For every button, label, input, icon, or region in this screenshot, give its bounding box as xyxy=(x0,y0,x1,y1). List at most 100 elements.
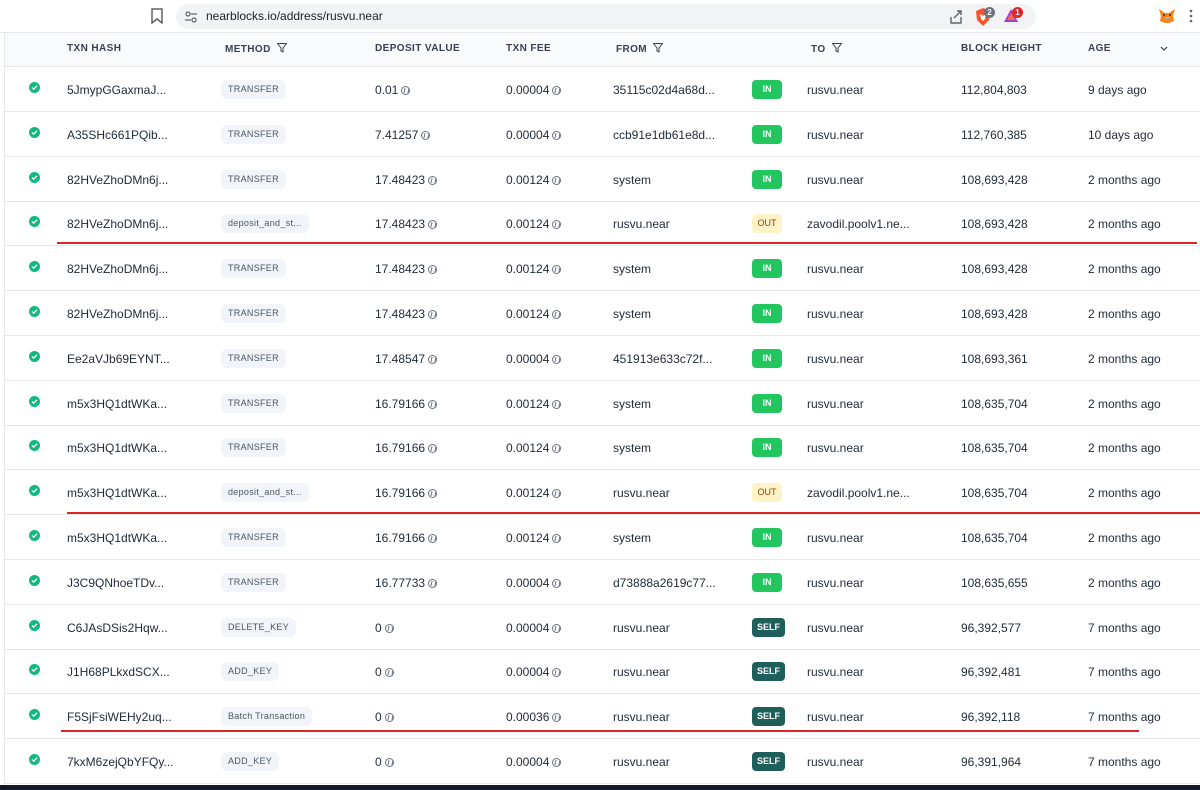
from-address-link[interactable]: system xyxy=(613,307,651,321)
to-address-link[interactable]: rusvu.near xyxy=(807,531,864,545)
txn-hash-link[interactable]: 82HVeZhoDMn6j... xyxy=(67,173,168,187)
block-height-link[interactable]: 108,635,704 xyxy=(961,397,1028,411)
from-address-link[interactable]: rusvu.near xyxy=(613,217,670,231)
to-address-link[interactable]: rusvu.near xyxy=(807,441,864,455)
txn-hash-link[interactable]: m5x3HQ1dtWKa... xyxy=(67,486,167,500)
txn-hash-link[interactable]: F5SjFsiWEHy2uq... xyxy=(67,710,172,724)
header-to: TO xyxy=(811,43,842,55)
deposit-amount: 16.79166 xyxy=(375,441,426,456)
share-icon[interactable] xyxy=(948,9,964,25)
bookmark-icon[interactable] xyxy=(150,8,164,24)
block-height-link[interactable]: 108,693,428 xyxy=(961,173,1028,187)
from-address-link[interactable]: system xyxy=(613,531,651,545)
block-height-link[interactable]: 112,760,385 xyxy=(961,128,1027,142)
to-address-link[interactable]: rusvu.near xyxy=(807,262,864,276)
table-header: TXN HASH METHOD DEPOSIT VALUE TXN FEE FR… xyxy=(5,33,1200,67)
txn-hash-link[interactable]: 82HVeZhoDMn6j... xyxy=(67,217,168,231)
metamask-extension-icon[interactable] xyxy=(1158,8,1176,24)
deposit-amount: 0 xyxy=(375,710,382,725)
txn-hash-link[interactable]: Ee2aVJb69EYNT... xyxy=(67,352,170,366)
block-height-link[interactable]: 108,693,428 xyxy=(961,262,1028,276)
block-height-link[interactable]: 108,635,704 xyxy=(961,531,1028,545)
from-address-link[interactable]: ccb91e1db61e8d... xyxy=(613,128,715,142)
to-address-link[interactable]: rusvu.near xyxy=(807,621,864,635)
from-address-link[interactable]: system xyxy=(613,441,651,455)
deposit-amount: 16.79166 xyxy=(375,531,426,545)
block-height-link[interactable]: 112,804,803 xyxy=(961,83,1027,97)
from-address-link[interactable]: rusvu.near xyxy=(613,486,670,500)
to-address-link[interactable]: rusvu.near xyxy=(807,173,864,187)
block-height-link[interactable]: 96,391,964 xyxy=(961,755,1021,769)
block-height-link[interactable]: 96,392,577 xyxy=(961,621,1021,635)
age-text: 2 months ago xyxy=(1088,307,1161,321)
table-row: m5x3HQ1dtWKa... deposit_and_st... 16.79166… xyxy=(5,470,1200,516)
to-address-link[interactable]: rusvu.near xyxy=(807,576,864,590)
txn-hash-link[interactable]: 82HVeZhoDMn6j... xyxy=(67,262,168,276)
age-text: 2 months ago xyxy=(1088,172,1161,187)
from-address-link[interactable]: rusvu.near xyxy=(613,665,670,679)
from-address-link[interactable]: system xyxy=(613,173,651,187)
txn-hash-link[interactable]: m5x3HQ1dtWKa... xyxy=(67,441,167,455)
txn-hash-link[interactable]: J3C9QNhoeTDv... xyxy=(67,576,164,590)
deposit-amount: 17.48423 xyxy=(375,262,426,277)
block-height-link[interactable]: 108,693,428 xyxy=(961,307,1028,321)
to-address-link[interactable]: zavodil.poolv1.ne... xyxy=(807,486,910,500)
txn-hash-link[interactable]: A35SHc661PQib... xyxy=(67,128,168,142)
block-height-link[interactable]: 108,635,655 xyxy=(961,576,1028,590)
from-address-link[interactable]: rusvu.near xyxy=(613,710,670,724)
txn-fee: 0.00004 xyxy=(506,352,562,366)
fee-amount: 0.00004 xyxy=(506,575,550,590)
block-height-link[interactable]: 108,693,361 xyxy=(961,352,1028,366)
from-address-link[interactable]: rusvu.near xyxy=(613,755,670,769)
address-bar[interactable]: nearblocks.io/address/rusvu.near 2 1 xyxy=(176,4,1036,29)
filter-icon[interactable] xyxy=(276,43,287,53)
txn-hash-link[interactable]: 82HVeZhoDMn6j... xyxy=(67,307,168,321)
near-token-icon xyxy=(552,758,562,767)
to-address-link[interactable]: rusvu.near xyxy=(807,83,864,97)
block-height-link[interactable]: 108,635,704 xyxy=(961,486,1028,500)
brave-rewards-icon[interactable]: 1 xyxy=(1002,7,1023,25)
brave-shields-icon[interactable]: 2 xyxy=(974,7,995,27)
to-address-link[interactable]: rusvu.near xyxy=(807,710,864,724)
age-text: 7 months ago xyxy=(1088,620,1161,635)
header-age[interactable]: AGE xyxy=(1088,43,1111,54)
txn-hash-link[interactable]: J1H68PLkxdSCX... xyxy=(67,665,170,679)
txn-hash-link[interactable]: 7kxM6zejQbYFQy... xyxy=(67,755,173,769)
to-address-link[interactable]: rusvu.near xyxy=(807,397,864,411)
near-token-icon xyxy=(552,534,562,543)
block-height-link[interactable]: 108,635,704 xyxy=(961,441,1028,455)
from-address-link[interactable]: system xyxy=(613,397,651,411)
from-address-link[interactable]: 35115c02d4a68d... xyxy=(613,83,715,97)
header-deposit-value: DEPOSIT VALUE xyxy=(375,43,461,54)
block-height-link[interactable]: 108,693,428 xyxy=(961,217,1028,231)
block-height-link[interactable]: 96,392,481 xyxy=(961,665,1021,679)
deposit-value: 0.01 xyxy=(375,83,411,97)
to-address-link[interactable]: rusvu.near xyxy=(807,352,864,366)
from-address-link[interactable]: d73888a2619c77... xyxy=(613,576,716,590)
txn-hash-link[interactable]: m5x3HQ1dtWKa... xyxy=(67,531,167,545)
to-address-link[interactable]: rusvu.near xyxy=(807,307,864,321)
direction-badge: SELF xyxy=(752,617,786,637)
to-address-link[interactable]: rusvu.near xyxy=(807,755,864,769)
txn-hash-link[interactable]: m5x3HQ1dtWKa... xyxy=(67,397,167,411)
txn-hash-link[interactable]: 5JmypGGaxmaJ... xyxy=(67,83,166,97)
from-address-link[interactable]: system xyxy=(613,262,651,276)
deposit-value: 7.41257 xyxy=(375,128,431,142)
from-address-link[interactable]: rusvu.near xyxy=(613,621,670,635)
url-text[interactable]: nearblocks.io/address/rusvu.near xyxy=(206,9,383,23)
filter-icon[interactable] xyxy=(653,43,664,53)
deposit-value: 16.77733 xyxy=(375,576,438,590)
block-height-link[interactable]: 96,392,118 xyxy=(961,710,1020,724)
chevron-down-icon[interactable] xyxy=(1160,45,1168,53)
txn-fee: 0.00004 xyxy=(506,575,562,590)
table-row: 5JmypGGaxmaJ... TRANSFER 0.01 0.00004 35115c… xyxy=(5,67,1200,112)
more-extensions-icon[interactable] xyxy=(1186,6,1196,26)
method-badge: deposit_and_st... xyxy=(221,214,309,234)
filter-icon[interactable] xyxy=(831,43,842,53)
to-address-link[interactable]: zavodil.poolv1.ne... xyxy=(807,217,910,231)
txn-hash-link[interactable]: C6JAsDSis2Hqw... xyxy=(67,621,168,635)
site-settings-icon[interactable] xyxy=(184,10,198,24)
to-address-link[interactable]: rusvu.near xyxy=(807,128,864,142)
to-address-link[interactable]: rusvu.near xyxy=(807,665,864,679)
from-address-link[interactable]: 451913e633c72f... xyxy=(613,352,712,366)
